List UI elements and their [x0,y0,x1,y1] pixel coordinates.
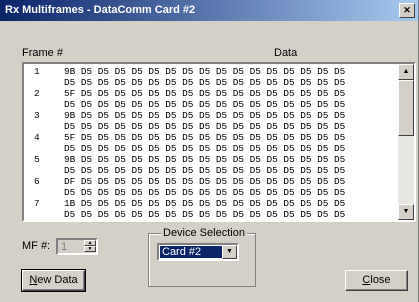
close-x-icon: ✕ [403,5,411,15]
mf-label: MF #: [22,240,51,252]
frame-bytes: D5 D5 D5 D5 D5 D5 D5 D5 D5 D5 D5 D5 D5 D… [64,77,346,88]
dropdown-arrow-icon[interactable]: ▼ [222,245,237,259]
frames-list: 1 9B D5 D5 D5 D5 D5 D5 D5 D5 D5 D5 D5 D5 … [24,64,398,220]
spinner-buttons[interactable]: ▲ ▼ [84,240,96,253]
frame-number: 4 [34,132,40,143]
frame-bytes: D5 D5 D5 D5 D5 D5 D5 D5 D5 D5 D5 D5 D5 D… [64,121,346,132]
frame-number: 6 [34,176,40,187]
arrow-down-icon: ▼ [402,208,410,215]
frame-bytes: 5F D5 D5 D5 D5 D5 D5 D5 D5 D5 D5 D5 D5 D… [64,88,346,99]
device-selected-value[interactable]: Card #2 [160,246,222,258]
scroll-down-button[interactable]: ▼ [398,204,414,220]
vertical-scrollbar[interactable]: ▲ ▼ [398,64,414,220]
close-label-rest: lose [370,274,391,286]
frame-bytes: D5 D5 D5 D5 D5 D5 D5 D5 D5 D5 D5 D5 D5 D… [64,209,346,220]
new-data-button[interactable]: New Data [21,269,86,292]
scroll-up-button[interactable]: ▲ [398,64,414,80]
device-selection-group: Device Selection Card #2 ▼ [148,227,256,287]
new-data-label-rest: ew Data [37,274,78,286]
frames-listbox[interactable]: 1 9B D5 D5 D5 D5 D5 D5 D5 D5 D5 D5 D5 D5 … [22,62,416,222]
mf-spinner[interactable]: 1 ▲ ▼ [56,238,98,255]
frame-bytes: DF D5 D5 D5 D5 D5 D5 D5 D5 D5 D5 D5 D5 D… [64,176,346,187]
frame-bytes: D5 D5 D5 D5 D5 D5 D5 D5 D5 D5 D5 D5 D5 D… [64,165,346,176]
title-close-button[interactable]: ✕ [399,3,415,18]
frame-bytes: D5 D5 D5 D5 D5 D5 D5 D5 D5 D5 D5 D5 D5 D… [64,143,346,154]
arrow-up-icon: ▲ [402,68,410,75]
frame-bytes: 9B D5 D5 D5 D5 D5 D5 D5 D5 D5 D5 D5 D5 D… [64,110,346,121]
device-selection-legend: Device Selection [161,227,247,239]
frame-number: 1 [34,66,40,77]
rx-multiframes-window: Rx Multiframes - DataComm Card #2 ✕ Fram… [0,0,419,302]
frame-number: 2 [34,88,40,99]
frame-bytes: 5F D5 D5 D5 D5 D5 D5 D5 D5 D5 D5 D5 D5 D… [64,132,346,143]
frame-number: 3 [34,110,40,121]
close-button[interactable]: Close [345,270,408,291]
frame-bytes: D5 D5 D5 D5 D5 D5 D5 D5 D5 D5 D5 D5 D5 D… [64,187,346,198]
frame-bytes: D5 D5 D5 D5 D5 D5 D5 D5 D5 D5 D5 D5 D5 D… [64,99,346,110]
frame-bytes: 9B D5 D5 D5 D5 D5 D5 D5 D5 D5 D5 D5 D5 D… [64,154,346,165]
title-bar[interactable]: Rx Multiframes - DataComm Card #2 ✕ [0,0,418,21]
device-select[interactable]: Card #2 ▼ [157,243,239,261]
frame-column-header: Frame # [22,47,63,59]
window-title: Rx Multiframes - DataComm Card #2 [5,4,196,16]
scroll-thumb[interactable] [398,80,414,136]
frame-number: 7 [34,198,40,209]
spin-down-icon[interactable]: ▼ [84,246,96,252]
data-column-header: Data [274,47,298,59]
frame-bytes: 9B D5 D5 D5 D5 D5 D5 D5 D5 D5 D5 D5 D5 D… [64,66,346,77]
mf-value[interactable]: 1 [61,241,67,253]
frame-number: 5 [34,154,40,165]
frame-bytes: 1B D5 D5 D5 D5 D5 D5 D5 D5 D5 D5 D5 D5 D… [64,198,346,209]
